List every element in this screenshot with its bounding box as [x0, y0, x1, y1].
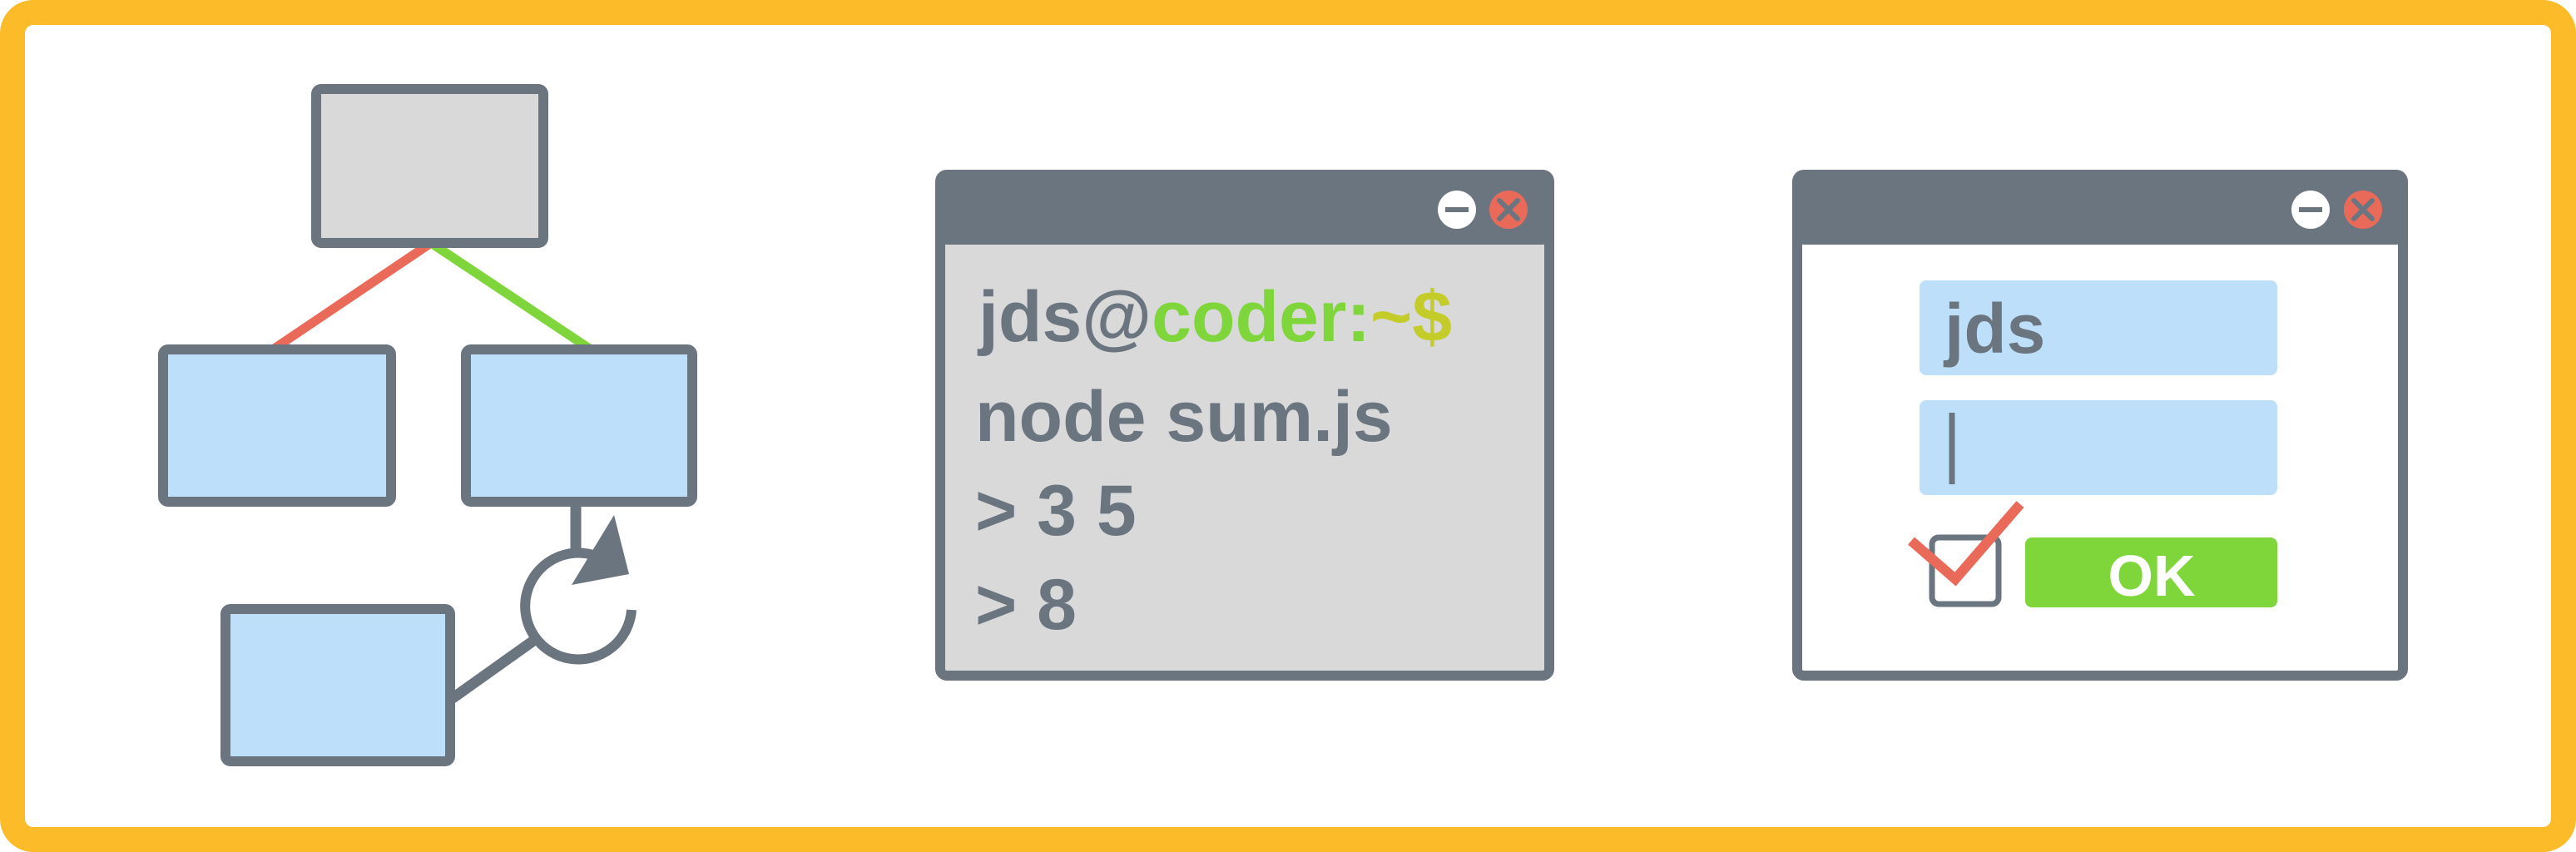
prompt-host: coder: [1152, 277, 1370, 357]
dialog-close-button[interactable] [2344, 191, 2382, 229]
edge-root-to-left [265, 239, 434, 357]
terminal-close-button[interactable] [1489, 191, 1528, 229]
terminal-command-line: node sum.js [975, 377, 1393, 457]
left-child-node [158, 344, 396, 507]
terminal-input-line: > 3 5 [975, 471, 1137, 551]
ok-button-label: OK [2108, 543, 2196, 608]
login-dialog-window: jds OK [1792, 170, 2408, 681]
root-node [311, 84, 548, 248]
dialog-minimize-button[interactable] [2291, 191, 2330, 229]
edge-root-to-right [428, 239, 599, 357]
terminal-window: jds@coder:~$ node sum.js > 3 5 > 8 [935, 170, 1554, 681]
terminal-prompt-line: jds@coder:~$ [977, 277, 1452, 357]
username-value: jds [1943, 290, 2045, 368]
terminal-output-line: > 8 [975, 565, 1077, 645]
illustration-scene: jds@coder:~$ node sum.js > 3 5 > 8 jds O… [158, 84, 2408, 766]
tree-diagram [158, 84, 697, 766]
password-field[interactable] [1920, 400, 2277, 495]
bottom-node [220, 604, 455, 766]
edge-loop-to-bottom [446, 634, 539, 706]
prompt-dir: ~$ [1370, 277, 1452, 357]
right-child-node [461, 344, 697, 507]
terminal-minimize-button[interactable] [1438, 191, 1476, 229]
prompt-user: jds@ [977, 277, 1152, 357]
